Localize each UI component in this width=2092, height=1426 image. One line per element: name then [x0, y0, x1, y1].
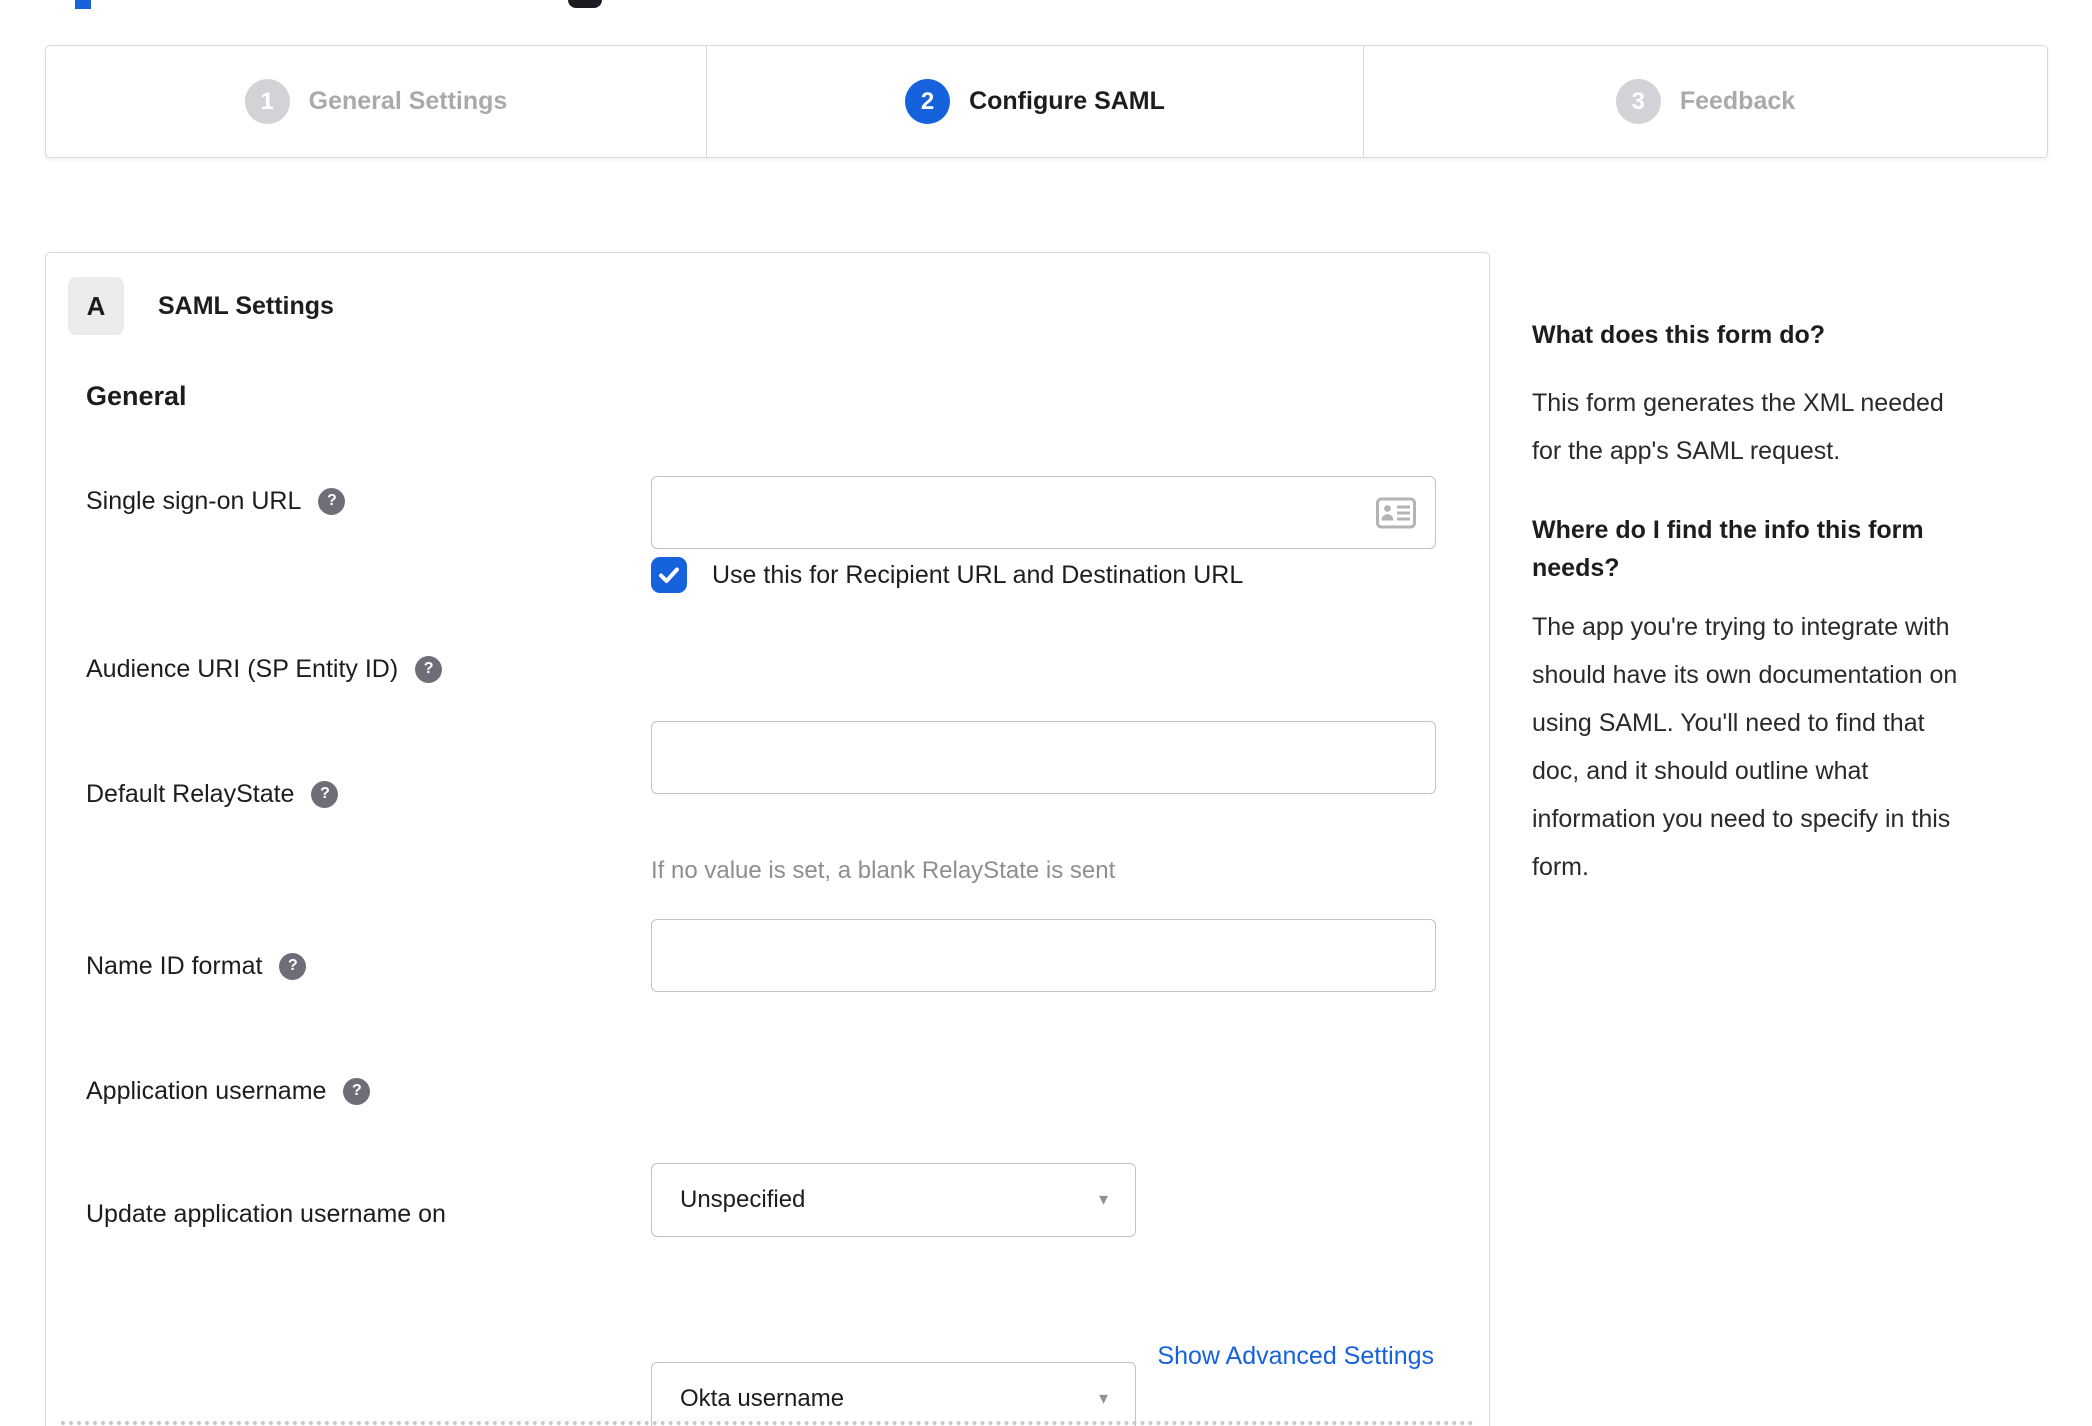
help-question-1: What does this form do?: [1532, 321, 1826, 349]
selected-value: Unspecified: [680, 1186, 806, 1213]
help-icon[interactable]: ?: [343, 1077, 371, 1105]
help-icon[interactable]: ?: [318, 487, 346, 515]
help-icon[interactable]: ?: [311, 780, 339, 808]
audience-uri-input[interactable]: [651, 721, 1436, 794]
recipient-destination-checkbox-label[interactable]: Use this for Recipient URL and Destinati…: [712, 561, 1243, 590]
label-text: Single sign-on URL: [86, 486, 302, 515]
recipient-destination-checkbox-row: Use this for Recipient URL and Destinati…: [651, 557, 1243, 593]
application-username-select[interactable]: Okta username ▼: [651, 1362, 1136, 1426]
name-id-format-select[interactable]: Unspecified ▼: [651, 1163, 1136, 1237]
section-dotted-divider: [61, 1421, 1474, 1425]
step-label: Feedback: [1679, 87, 1796, 115]
chevron-down-icon: ▼: [1096, 1390, 1111, 1408]
checkmark-icon: [659, 567, 679, 583]
general-section-heading: General: [86, 381, 187, 411]
update-application-username-label: Update application username on: [86, 1196, 446, 1232]
step-general-settings[interactable]: 1 General Settings: [46, 46, 706, 157]
chevron-down-icon: ▼: [1096, 1191, 1111, 1209]
help-question-2: Where do I find the info this form needs…: [1532, 516, 1924, 582]
saml-settings-card: A SAML Settings General Single sign-on U…: [45, 252, 1490, 1426]
default-relaystate-field: [651, 919, 1436, 992]
step-label: General Settings: [308, 87, 508, 115]
default-relaystate-label: Default RelayState ?: [86, 776, 339, 812]
clipped-page-title-remnant: [75, 0, 91, 9]
card-header: A SAML Settings: [68, 277, 334, 335]
address-book-icon[interactable]: [1376, 497, 1416, 528]
page-root: { "stepper": { "steps": [ { "number": "1…: [0, 0, 2092, 1426]
show-advanced-settings-link[interactable]: Show Advanced Settings: [1157, 1342, 1434, 1371]
selected-value: Okta username: [680, 1385, 845, 1412]
step-number-badge: 3: [1615, 79, 1661, 124]
recipient-destination-checkbox[interactable]: [651, 557, 687, 593]
audience-uri-label: Audience URI (SP Entity ID) ?: [86, 651, 443, 687]
clipped-app-logo-remnant: [568, 0, 602, 8]
step-number-badge: 2: [905, 79, 951, 124]
single-sign-on-url-input[interactable]: [651, 476, 1436, 549]
single-sign-on-url-label: Single sign-on URL ?: [86, 483, 346, 519]
step-number-badge: 1: [244, 79, 290, 124]
application-username-label: Application username ?: [86, 1073, 371, 1109]
label-text: Application username: [86, 1076, 327, 1105]
wizard-stepper: 1 General Settings 2 Configure SAML 3 Fe…: [45, 45, 2048, 158]
panel-title: SAML Settings: [158, 291, 334, 320]
relaystate-hint: If no value is set, a blank RelayState i…: [651, 857, 1116, 884]
section-badge: A: [68, 277, 124, 335]
label-text: Default RelayState: [86, 779, 295, 808]
help-panel: What does this form do? This form genera…: [1532, 316, 2010, 891]
single-sign-on-url-field: [651, 476, 1436, 549]
default-relaystate-input[interactable]: [651, 919, 1436, 992]
name-id-format-label: Name ID format ?: [86, 948, 307, 984]
audience-uri-field: [651, 721, 1436, 794]
step-feedback[interactable]: 3 Feedback: [1364, 46, 2047, 157]
step-configure-saml[interactable]: 2 Configure SAML: [706, 46, 1364, 157]
label-text: Update application username on: [86, 1199, 446, 1228]
label-text: Name ID format: [86, 951, 263, 980]
help-icon[interactable]: ?: [279, 952, 307, 980]
help-icon[interactable]: ?: [415, 655, 443, 683]
label-text: Audience URI (SP Entity ID): [86, 654, 399, 683]
help-answer-2: The app you're trying to integrate with …: [1532, 613, 1958, 881]
help-answer-1: This form generates the XML needed for t…: [1532, 389, 1944, 465]
step-label: Configure SAML: [969, 87, 1165, 115]
